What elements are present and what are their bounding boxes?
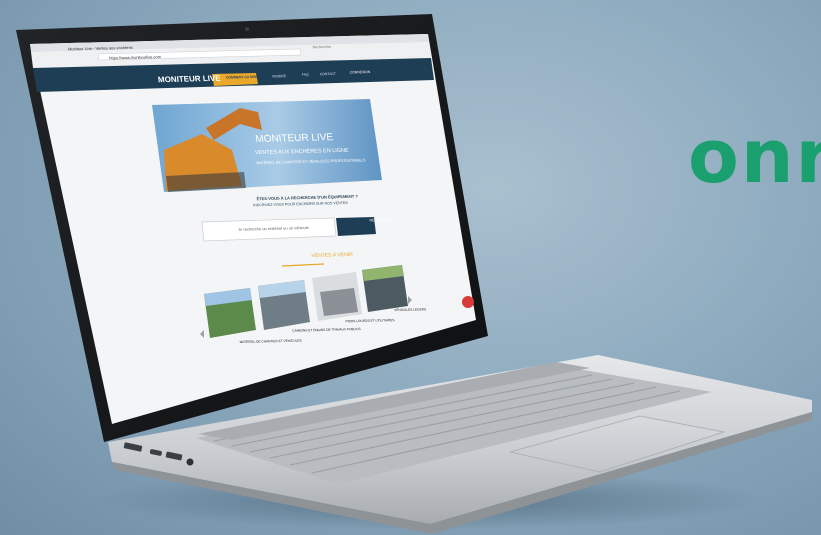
section-title: VENTES À VENIR [311,251,353,259]
card-caption: VÉHICULES LÉGERS [394,306,427,312]
webcam [245,27,249,31]
site-logo: MONITEUR LIVE [157,74,221,85]
laptop-scene: Moniteur Live - Ventes aux enchères http… [16,14,812,534]
nav-login-button: CONNEXION [349,70,371,75]
hero-title: MONITEUR LIVE [255,132,334,145]
nav-item: CONTACT [320,72,337,76]
nav-item: FAQ [302,73,310,77]
browser-search: Rechercher [312,45,332,49]
chat-icon [462,296,474,308]
audio-jack [186,458,194,466]
nav-item: VENDRE [272,74,287,78]
search-button-label: RECHERCHER [369,218,395,223]
